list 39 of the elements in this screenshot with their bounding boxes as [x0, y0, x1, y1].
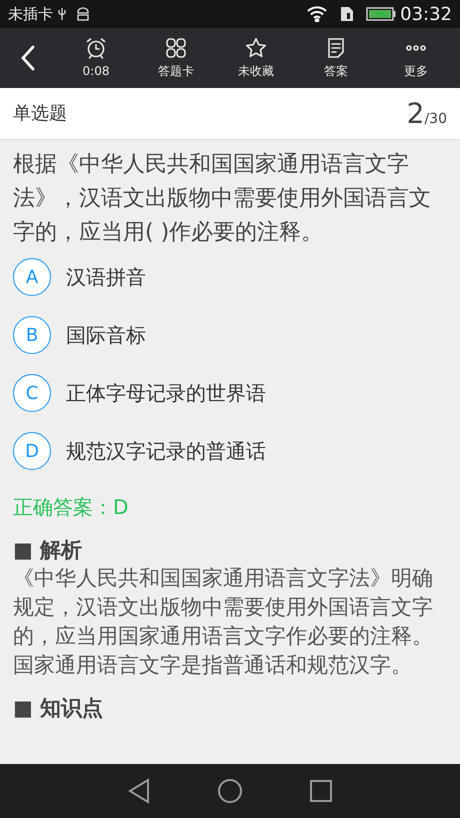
question-text: 根据《中华人民共和国国家通用语言文字法》，汉语文出版物中需要使用外国语言文字的，应当用( )作必要的注释。: [13, 151, 432, 247]
option-letter: B: [13, 316, 51, 354]
question-counter: 2/30: [406, 96, 447, 132]
answer-option[interactable]: D 规范汉字记录的普通话: [13, 432, 447, 470]
alarm-clock-icon: [84, 36, 108, 60]
recents-nav-icon[interactable]: [309, 779, 333, 803]
answer-option[interactable]: A 汉语拼音: [13, 258, 447, 296]
toolbar-button[interactable]: 0:08: [60, 36, 132, 80]
option-text: 规范汉字记录的普通话: [66, 438, 266, 465]
option-text: 国际音标: [66, 322, 146, 349]
clock-text: 03:32: [400, 2, 452, 26]
answer-option[interactable]: C 正体字母记录的世界语: [13, 374, 447, 412]
home-nav-icon[interactable]: [217, 778, 243, 804]
back-icon: [20, 45, 36, 71]
grid-icon: [164, 36, 188, 60]
star-icon: [244, 36, 268, 60]
android-icon: [75, 7, 91, 21]
back-nav-icon[interactable]: [127, 778, 151, 804]
toolbar-button[interactable]: 更多: [380, 36, 452, 80]
usb-icon: [57, 7, 67, 21]
option-letter: A: [13, 258, 51, 296]
option-text: 汉语拼音: [66, 264, 146, 291]
section-body: 《中华人民共和国国家通用语言文字法》明确规定，汉语文出版物中需要使用外国语言文字的，应当用国家通用语言文字作必要的注释。国家通用语言文字是指普通话和规范汉字。: [13, 565, 434, 679]
toolbar-button[interactable]: 答题卡: [140, 36, 212, 80]
option-letter: C: [13, 374, 51, 412]
option-text: 正体字母记录的世界语: [66, 380, 266, 407]
toolbar-button[interactable]: 未收藏: [220, 36, 292, 80]
answer-option[interactable]: B 国际音标: [13, 316, 447, 354]
section-heading: ■ 知识点: [13, 695, 104, 722]
question-type: 单选题: [13, 102, 67, 126]
battery-icon: [366, 6, 396, 22]
more-icon: [404, 44, 428, 52]
section-heading: ■ 解析: [13, 537, 84, 564]
sim-icon: [340, 6, 354, 22]
toolbar-button[interactable]: 答案: [300, 36, 372, 80]
correct-answer: 正确答案：D: [13, 494, 130, 521]
wifi-icon: [306, 6, 328, 22]
option-letter: D: [13, 432, 51, 470]
carrier-text: 未插卡: [8, 4, 53, 25]
